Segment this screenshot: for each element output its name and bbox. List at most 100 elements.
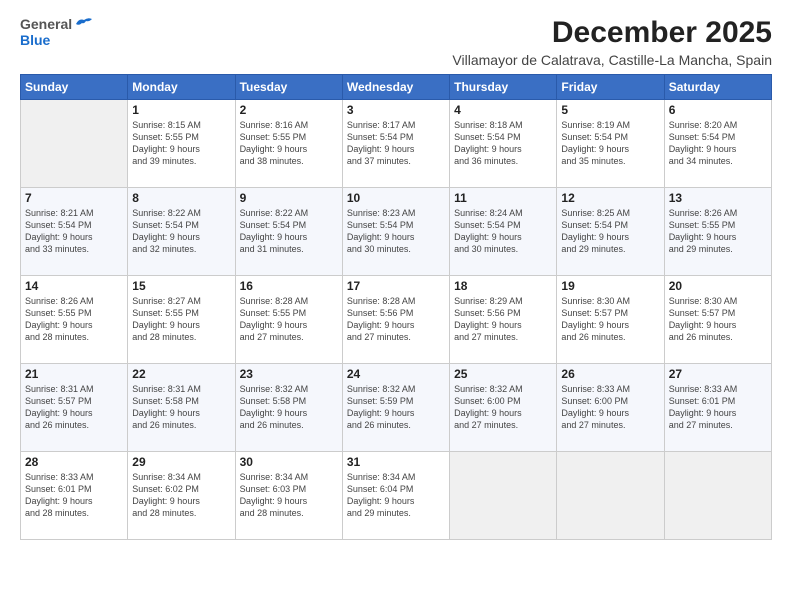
day-info: Sunrise: 8:27 AM Sunset: 5:55 PM Dayligh… [132,295,230,344]
calendar-cell: 31Sunrise: 8:34 AM Sunset: 6:04 PM Dayli… [342,452,449,540]
day-number: 25 [454,367,552,381]
day-number: 23 [240,367,338,381]
day-info: Sunrise: 8:18 AM Sunset: 5:54 PM Dayligh… [454,119,552,168]
day-number: 24 [347,367,445,381]
day-info: Sunrise: 8:30 AM Sunset: 5:57 PM Dayligh… [669,295,767,344]
calendar-cell: 30Sunrise: 8:34 AM Sunset: 6:03 PM Dayli… [235,452,342,540]
calendar-week-row: 14 Sunrise: 8:26 AM Sunset: 5:55 PM Dayli… [21,276,772,364]
day-info: Sunrise: 8:31 AM Sunset: 5:57 PM Dayligh… [25,383,123,432]
day-number: 27 [669,367,767,381]
logo-general: General [20,16,72,32]
day-info: Sunrise: 8:32 AM Sunset: 5:59 PM Dayligh… [347,383,445,432]
calendar-cell: 1 Sunrise: 8:15 AM Sunset: 5:55 PM Daylig… [128,100,235,188]
day-number: 8 [132,191,230,205]
calendar-cell [557,452,664,540]
day-number: 14 [25,279,123,293]
day-number: 18 [454,279,552,293]
day-number: 21 [25,367,123,381]
subtitle: Villamayor de Calatrava, Castille-La Man… [452,52,772,68]
day-number: 13 [669,191,767,205]
logo-blue: Blue [20,32,50,48]
day-number: 10 [347,191,445,205]
calendar-week-row: 28Sunrise: 8:33 AM Sunset: 6:01 PM Dayli… [21,452,772,540]
calendar-header-thursday: Thursday [450,75,557,100]
day-info: Sunrise: 8:19 AM Sunset: 5:54 PM Dayligh… [561,119,659,168]
calendar-cell: 16 Sunrise: 8:28 AM Sunset: 5:55 PM Dayli… [235,276,342,364]
main-title: December 2025 [452,16,772,50]
calendar-week-row: 21 Sunrise: 8:31 AM Sunset: 5:57 PM Dayli… [21,364,772,452]
day-info: Sunrise: 8:25 AM Sunset: 5:54 PM Dayligh… [561,207,659,256]
calendar-cell: 12 Sunrise: 8:25 AM Sunset: 5:54 PM Dayli… [557,188,664,276]
calendar-cell: 11Sunrise: 8:24 AM Sunset: 5:54 PM Dayli… [450,188,557,276]
calendar-cell: 6Sunrise: 8:20 AM Sunset: 5:54 PM Daylig… [664,100,771,188]
day-info: Sunrise: 8:31 AM Sunset: 5:58 PM Dayligh… [132,383,230,432]
day-number: 4 [454,103,552,117]
calendar-header-monday: Monday [128,75,235,100]
day-number: 17 [347,279,445,293]
day-info: Sunrise: 8:34 AM Sunset: 6:03 PM Dayligh… [240,471,338,520]
day-number: 26 [561,367,659,381]
day-info: Sunrise: 8:32 AM Sunset: 6:00 PM Dayligh… [454,383,552,432]
day-number: 2 [240,103,338,117]
calendar-cell: 5 Sunrise: 8:19 AM Sunset: 5:54 PM Daylig… [557,100,664,188]
day-number: 9 [240,191,338,205]
day-info: Sunrise: 8:26 AM Sunset: 5:55 PM Dayligh… [669,207,767,256]
calendar-header-tuesday: Tuesday [235,75,342,100]
calendar-cell: 20 Sunrise: 8:30 AM Sunset: 5:57 PM Dayli… [664,276,771,364]
day-number: 5 [561,103,659,117]
calendar-table: SundayMondayTuesdayWednesdayThursdayFrid… [20,74,772,540]
page: General Blue December 2025 Villamayor de… [0,0,792,612]
calendar-cell: 27 Sunrise: 8:33 AM Sunset: 6:01 PM Dayli… [664,364,771,452]
day-info: Sunrise: 8:22 AM Sunset: 5:54 PM Dayligh… [240,207,338,256]
calendar-cell: 3 Sunrise: 8:17 AM Sunset: 5:54 PM Daylig… [342,100,449,188]
calendar-cell [21,100,128,188]
calendar-cell: 13 Sunrise: 8:26 AM Sunset: 5:55 PM Dayli… [664,188,771,276]
calendar-cell: 14 Sunrise: 8:26 AM Sunset: 5:55 PM Dayli… [21,276,128,364]
day-number: 3 [347,103,445,117]
day-info: Sunrise: 8:24 AM Sunset: 5:54 PM Dayligh… [454,207,552,256]
day-number: 6 [669,103,767,117]
day-number: 16 [240,279,338,293]
calendar-header-friday: Friday [557,75,664,100]
day-info: Sunrise: 8:33 AM Sunset: 6:01 PM Dayligh… [669,383,767,432]
calendar-header-wednesday: Wednesday [342,75,449,100]
day-info: Sunrise: 8:21 AM Sunset: 5:54 PM Dayligh… [25,207,123,256]
calendar-week-row: 1 Sunrise: 8:15 AM Sunset: 5:55 PM Daylig… [21,100,772,188]
day-info: Sunrise: 8:15 AM Sunset: 5:55 PM Dayligh… [132,119,230,168]
day-info: Sunrise: 8:33 AM Sunset: 6:00 PM Dayligh… [561,383,659,432]
header: General Blue December 2025 Villamayor de… [20,16,772,68]
day-number: 1 [132,103,230,117]
calendar-cell: 10 Sunrise: 8:23 AM Sunset: 5:54 PM Dayli… [342,188,449,276]
day-number: 7 [25,191,123,205]
day-info: Sunrise: 8:28 AM Sunset: 5:56 PM Dayligh… [347,295,445,344]
calendar-header-saturday: Saturday [664,75,771,100]
day-info: Sunrise: 8:29 AM Sunset: 5:56 PM Dayligh… [454,295,552,344]
calendar-cell [664,452,771,540]
day-number: 19 [561,279,659,293]
calendar-cell: 2Sunrise: 8:16 AM Sunset: 5:55 PM Daylig… [235,100,342,188]
calendar-header-row: SundayMondayTuesdayWednesdayThursdayFrid… [21,75,772,100]
calendar-cell: 21 Sunrise: 8:31 AM Sunset: 5:57 PM Dayli… [21,364,128,452]
calendar-cell: 26 Sunrise: 8:33 AM Sunset: 6:00 PM Dayli… [557,364,664,452]
day-number: 12 [561,191,659,205]
day-info: Sunrise: 8:26 AM Sunset: 5:55 PM Dayligh… [25,295,123,344]
calendar-cell: 23Sunrise: 8:32 AM Sunset: 5:58 PM Dayli… [235,364,342,452]
title-block: December 2025 Villamayor de Calatrava, C… [452,16,772,68]
calendar-cell: 19Sunrise: 8:30 AM Sunset: 5:57 PM Dayli… [557,276,664,364]
day-info: Sunrise: 8:23 AM Sunset: 5:54 PM Dayligh… [347,207,445,256]
calendar-cell: 29Sunrise: 8:34 AM Sunset: 6:02 PM Dayli… [128,452,235,540]
day-info: Sunrise: 8:34 AM Sunset: 6:02 PM Dayligh… [132,471,230,520]
calendar-cell: 9 Sunrise: 8:22 AM Sunset: 5:54 PM Daylig… [235,188,342,276]
day-number: 15 [132,279,230,293]
calendar-cell: 18 Sunrise: 8:29 AM Sunset: 5:56 PM Dayli… [450,276,557,364]
calendar-cell: 28Sunrise: 8:33 AM Sunset: 6:01 PM Dayli… [21,452,128,540]
logo: General Blue [20,16,94,48]
day-info: Sunrise: 8:17 AM Sunset: 5:54 PM Dayligh… [347,119,445,168]
day-number: 22 [132,367,230,381]
day-number: 20 [669,279,767,293]
calendar-cell: 15 Sunrise: 8:27 AM Sunset: 5:55 PM Dayli… [128,276,235,364]
day-info: Sunrise: 8:34 AM Sunset: 6:04 PM Dayligh… [347,471,445,520]
day-info: Sunrise: 8:28 AM Sunset: 5:55 PM Dayligh… [240,295,338,344]
calendar-cell [450,452,557,540]
day-info: Sunrise: 8:33 AM Sunset: 6:01 PM Dayligh… [25,471,123,520]
